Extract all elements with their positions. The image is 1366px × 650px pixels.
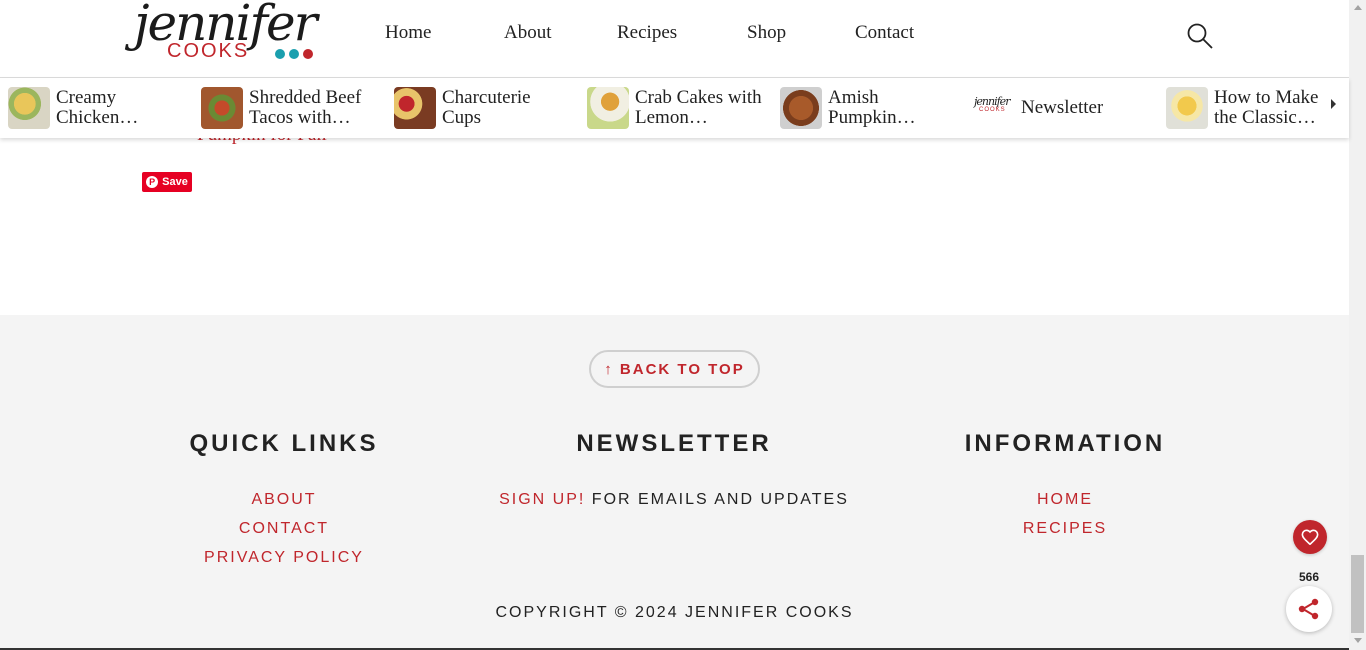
carousel-item-label: Newsletter bbox=[1021, 98, 1104, 118]
carousel-item-label: Crab Cakes with Lemon… bbox=[635, 88, 762, 128]
main-nav: Home About Recipes Shop Contact bbox=[385, 22, 935, 44]
footer-link-about[interactable]: ABOUT bbox=[184, 485, 384, 514]
newsletter-signup-link[interactable]: SIGN UP! bbox=[499, 491, 585, 508]
carousel-item[interactable]: Creamy Chicken… bbox=[8, 87, 186, 129]
carousel-item[interactable]: Shredded Beef Tacos with… bbox=[201, 87, 379, 129]
nav-about[interactable]: About bbox=[504, 22, 617, 44]
pinterest-save-button[interactable]: P Save bbox=[142, 172, 192, 192]
logo-dots bbox=[275, 49, 313, 59]
carousel-item-label: Shredded Beef Tacos with… bbox=[249, 88, 362, 128]
share-count: 566 bbox=[1298, 570, 1320, 584]
newsletter-logo-thumbnail: jennifer COOKS bbox=[973, 87, 1015, 129]
carousel-item-label: Charcuterie Cups bbox=[442, 88, 531, 128]
footer-link-contact[interactable]: CONTACT bbox=[184, 514, 384, 543]
scroll-down-arrow-icon[interactable] bbox=[1354, 638, 1362, 643]
information-heading: INFORMATION bbox=[964, 430, 1166, 457]
search-icon[interactable] bbox=[1186, 22, 1214, 50]
copyright-text: COPYRIGHT © 2024 JENNIFER COOKS bbox=[495, 604, 854, 621]
nav-home[interactable]: Home bbox=[385, 22, 504, 44]
site-footer: ↑ BACK TO TOP QUICK LINKS ABOUT CONTACT … bbox=[0, 315, 1349, 650]
newsletter-heading: NEWSLETTER bbox=[576, 430, 772, 457]
carousel-item[interactable]: Amish Pumpkin… bbox=[780, 87, 958, 129]
heart-icon bbox=[1301, 529, 1319, 545]
recipe-thumbnail bbox=[587, 87, 629, 129]
carousel-item[interactable]: Charcuterie Cups bbox=[394, 87, 572, 129]
footer-link-recipes[interactable]: RECIPES bbox=[955, 514, 1175, 543]
carousel-item-label: Amish Pumpkin… bbox=[828, 88, 916, 128]
pinterest-icon: P bbox=[146, 176, 159, 188]
newsletter-column: NEWSLETTER SIGN UP! FOR EMAILS AND UPDAT… bbox=[474, 430, 874, 514]
footer-link-privacy-policy[interactable]: PRIVACY POLICY bbox=[184, 543, 384, 572]
site-logo[interactable]: jennifer COOKS bbox=[134, 0, 324, 70]
quick-links-heading: QUICK LINKS bbox=[189, 430, 379, 457]
scroll-up-arrow-icon[interactable] bbox=[1354, 5, 1362, 10]
nav-recipes[interactable]: Recipes bbox=[617, 22, 747, 44]
favorite-button[interactable] bbox=[1293, 520, 1327, 554]
site-header: jennifer COOKS Home About Recipes Shop C… bbox=[0, 0, 1349, 78]
carousel-item-label: Creamy Chicken… bbox=[56, 88, 139, 128]
scrollbar-thumb[interactable] bbox=[1351, 555, 1364, 633]
recipe-thumbnail bbox=[1166, 87, 1208, 129]
vertical-scrollbar[interactable] bbox=[1349, 0, 1366, 650]
information-column: INFORMATION HOME RECIPES bbox=[955, 430, 1175, 543]
recipe-thumbnail bbox=[201, 87, 243, 129]
logo-cooks-text: COOKS bbox=[167, 40, 250, 62]
nav-contact[interactable]: Contact bbox=[855, 22, 935, 44]
carousel-item-label: How to Make the Classic… bbox=[1214, 88, 1319, 128]
carousel-item[interactable]: How to Make the Classic… bbox=[1166, 87, 1329, 129]
newsletter-text: SIGN UP! FOR EMAILS AND UPDATES bbox=[474, 485, 874, 514]
recipe-carousel: Creamy Chicken… Shredded Beef Tacos with… bbox=[0, 78, 1349, 138]
recipe-thumbnail bbox=[8, 87, 50, 129]
quick-links-column: QUICK LINKS ABOUT CONTACT PRIVACY POLICY bbox=[184, 430, 384, 572]
footer-link-home[interactable]: HOME bbox=[955, 485, 1175, 514]
share-icon bbox=[1298, 598, 1319, 620]
share-button[interactable] bbox=[1286, 586, 1332, 632]
pinterest-save-label: Save bbox=[162, 176, 188, 188]
newsletter-description: FOR EMAILS AND UPDATES bbox=[585, 491, 849, 508]
nav-shop[interactable]: Shop bbox=[747, 22, 855, 44]
recipe-thumbnail bbox=[780, 87, 822, 129]
back-to-top-button[interactable]: ↑ BACK TO TOP bbox=[589, 350, 760, 388]
carousel-item[interactable]: Crab Cakes with Lemon… bbox=[587, 87, 765, 129]
chevron-right-icon[interactable] bbox=[1331, 99, 1336, 109]
recipe-thumbnail bbox=[394, 87, 436, 129]
carousel-item[interactable]: jennifer COOKS Newsletter bbox=[973, 87, 1103, 129]
